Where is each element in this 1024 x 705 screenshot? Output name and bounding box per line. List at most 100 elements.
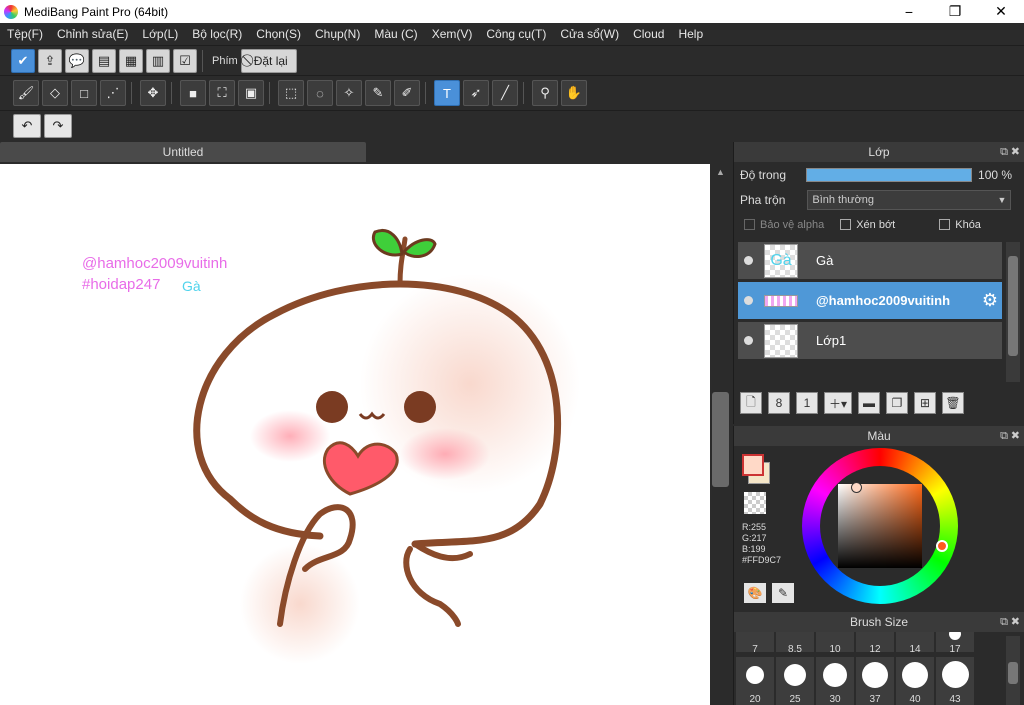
layers-scrollbar[interactable] [1006,242,1020,382]
scroll-thumb[interactable] [712,392,729,487]
visibility-icon[interactable] [744,256,753,265]
scroll-up-icon[interactable]: ▲ [716,167,725,177]
menu-filter[interactable]: Bộ lọc(R) [185,27,249,41]
hue-wheel[interactable] [802,448,958,604]
eyedropper-icon[interactable]: ⚲ [532,80,558,106]
brush-tool-icon[interactable]: 🖌 [13,80,39,106]
reset-label: Đặt lại [253,53,288,68]
gear-icon[interactable]: ⚙ [982,290,998,311]
visibility-icon[interactable] [744,296,753,305]
brush-size-label: 20 [749,694,761,705]
color-panel-header: Màu ⧉ ✖ [734,426,1024,446]
visibility-icon[interactable] [744,336,753,345]
checklist-icon[interactable]: ☑ [173,48,197,73]
comment-icon[interactable]: ▤ [92,48,116,73]
close-panel-icon[interactable]: ✖ [1011,612,1020,632]
layer-item-ga[interactable]: Gà Gà [738,242,1002,280]
canvas-scrollbar[interactable]: ▲ [710,164,733,705]
panel-layout-icon[interactable]: ▥ [146,48,170,73]
transparent-swatch[interactable] [744,492,766,514]
page-icon[interactable]: ▦ [119,48,143,73]
brush-size-label: 14 [909,644,921,655]
menu-window[interactable]: Cửa sổ(W) [553,27,626,41]
duplicate-layer-icon[interactable]: ❐ [886,392,908,414]
select-eraser-icon[interactable]: ✐ [394,80,420,106]
palette-edit-icon[interactable]: ✎ [772,583,794,603]
trash-icon[interactable]: 🗑 [942,392,964,414]
close-panel-icon[interactable]: ✖ [1011,426,1020,446]
merge-layer-icon[interactable]: ⊞ [914,392,936,414]
move-tool-icon[interactable]: ✥ [140,80,166,106]
new-layer-icon[interactable]: 🗋 [740,392,762,414]
toolbar-history: ↶ ↷ [0,110,1024,140]
magic-wand-icon[interactable]: ✧ [336,80,362,106]
text-tool-icon[interactable]: T [434,80,460,106]
blend-select[interactable]: Bình thường ▼ [807,189,1012,210]
menu-view[interactable]: Xem(V) [425,27,480,41]
operation-tool-icon[interactable]: ➶ [463,80,489,106]
add-layer-menu-icon[interactable]: ＋▾ [824,392,852,414]
check-icon[interactable]: ✔ [11,48,35,73]
eraser-tool-icon[interactable]: ◇ [42,80,68,106]
reset-button[interactable]: ⃠Đặt lại [240,48,297,73]
rectangle-tool-icon[interactable]: □ [71,80,97,106]
title-bar: MediBang Paint Pro (64bit) − ❐ ✕ [0,0,1024,23]
maximize-button[interactable]: ❐ [932,0,978,23]
select-pen-icon[interactable]: ✎ [365,80,391,106]
menu-color[interactable]: Màu (C) [367,27,424,41]
gradient-tool-icon[interactable]: ▣ [238,80,264,106]
close-button[interactable]: ✕ [978,0,1024,23]
clip-label: Xén bớt [856,218,896,231]
close-panel-icon[interactable]: ✖ [1011,142,1020,162]
red-value: R:255 [742,522,767,532]
layer-item-username[interactable]: @hamhoc2009vuitinh ⚙ [738,282,1002,320]
scroll-thumb[interactable] [1008,256,1018,356]
bucket-tool-icon[interactable]: ⛶ [209,80,235,106]
new-1bit-layer-icon[interactable]: 1 [796,392,818,414]
lasso-icon[interactable]: ◌ [307,80,333,106]
menu-layer[interactable]: Lớp(L) [135,27,185,41]
palette-icon[interactable]: 🎨 [744,583,766,603]
drawing-canvas[interactable]: @hamhoc2009vuitinh #hoidap247 Gà [0,164,710,705]
menu-edit[interactable]: Chỉnh sửa(E) [50,27,135,41]
menu-help[interactable]: Help [671,27,710,41]
dot-brush-tool-icon[interactable]: ⋰ [100,80,126,106]
folder-icon[interactable]: ▬ [858,392,880,414]
brush-scrollbar[interactable] [1006,636,1020,705]
menu-cloud[interactable]: Cloud [626,27,671,41]
new-8bit-layer-icon[interactable]: 8 [768,392,790,414]
popout-icon[interactable]: ⧉ [1000,612,1008,632]
layer-name: Lớp1 [816,333,847,348]
color-panel: Màu ⧉ ✖ R:255 G:217 B:199 #FFD9C7 🎨 ✎ [733,426,1024,612]
alpha-protect-checkbox[interactable] [744,219,755,230]
clip-checkbox[interactable] [840,219,852,230]
minimize-button[interactable]: − [886,0,932,23]
redo-icon[interactable]: ↷ [44,113,72,138]
popout-icon[interactable]: ⧉ [1000,142,1008,162]
menu-bar: Tệp(F) Chỉnh sửa(E) Lớp(L) Bộ lọc(R) Chọ… [0,23,1024,45]
select-rect-icon[interactable]: ⬚ [278,80,304,106]
speech-bubble-icon[interactable]: 💬 [65,48,89,73]
divide-tool-icon[interactable]: ╱ [492,80,518,106]
share-icon[interactable]: ⇪ [38,48,62,73]
menu-tools[interactable]: Công cụ(T) [479,27,553,41]
tab-untitled[interactable]: Untitled [0,142,366,162]
menu-snap[interactable]: Chụp(N) [308,27,367,41]
green-value: G:217 [742,533,767,543]
blend-row: Pha trộn Bình thường ▼ [734,187,1024,212]
fill-rect-tool-icon[interactable]: ■ [180,80,206,106]
opacity-slider[interactable] [806,167,973,182]
popout-icon[interactable]: ⧉ [1000,426,1008,446]
foreground-color-swatch[interactable] [742,454,764,476]
menu-file[interactable]: Tệp(F) [0,27,50,41]
lock-checkbox[interactable] [939,219,951,230]
menu-select[interactable]: Chọn(S) [249,27,308,41]
color-picker-handle[interactable] [851,482,862,493]
toolbar-tools: 🖌 ◇ □ ⋰ ✥ ■ ⛶ ▣ ⬚ ◌ ✧ ✎ ✐ T ➶ ╱ ⚲ ✋ [0,75,1024,110]
hand-tool-icon[interactable]: ✋ [561,80,587,106]
hue-handle[interactable] [936,540,948,552]
saturation-square[interactable] [838,484,922,568]
undo-icon[interactable]: ↶ [13,113,41,138]
scroll-thumb[interactable] [1008,662,1018,684]
layer-item-layer1[interactable]: Lớp1 [738,322,1002,360]
